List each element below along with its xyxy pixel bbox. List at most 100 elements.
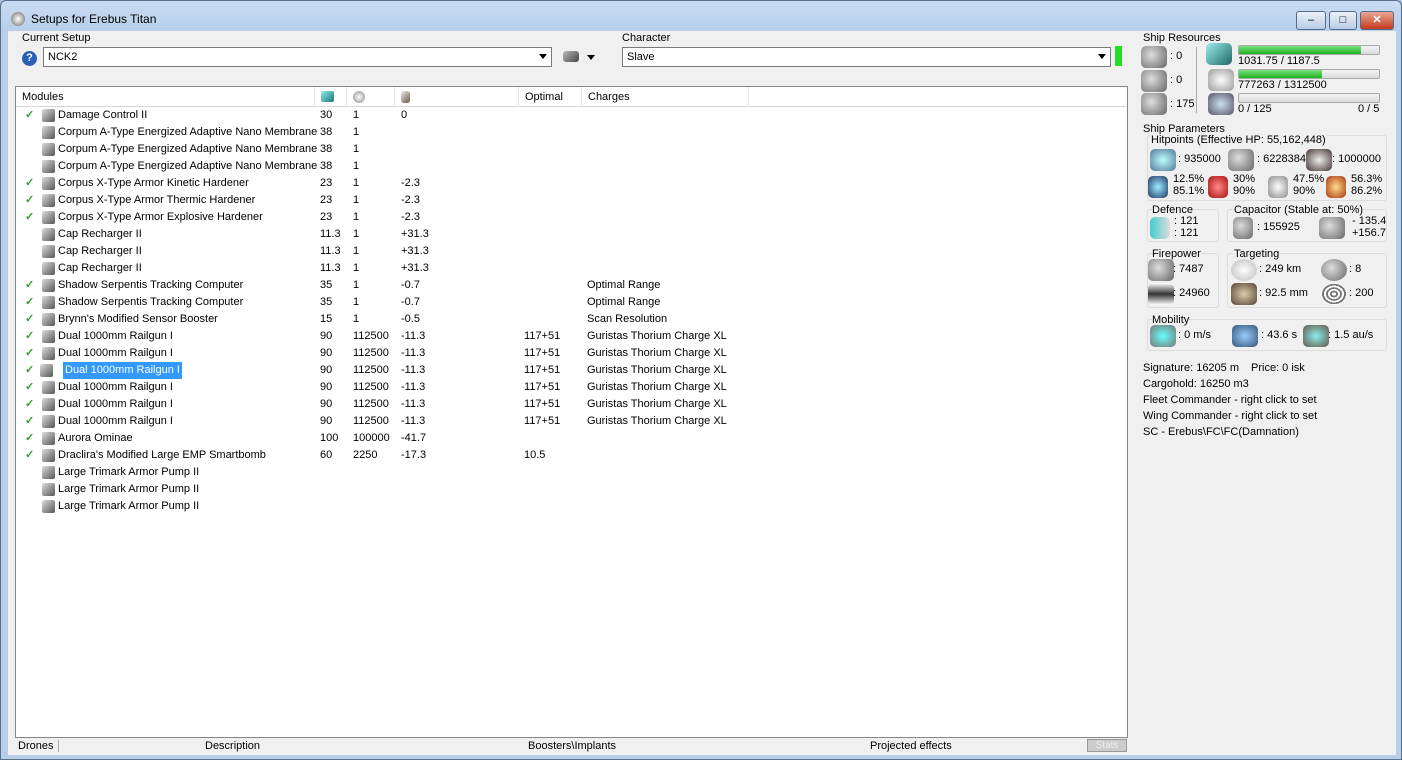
hitpoints-title: Hitpoints (Effective HP: 55,162,448) — [1151, 134, 1326, 146]
tab-description[interactable]: Description — [205, 738, 260, 754]
module-cpu: 23 — [320, 177, 333, 189]
table-row[interactable]: ✓ Corpus X-Type Armor Kinetic Hardener 23 1… — [16, 175, 1127, 192]
cap-recharge-icon — [1319, 217, 1345, 239]
help-icon[interactable]: ? — [22, 51, 37, 66]
wing-commander[interactable]: Wing Commander - right click to set — [1143, 410, 1317, 422]
active-check-icon[interactable]: ✓ — [25, 107, 34, 124]
drone-bay-icon — [1208, 93, 1234, 115]
maximize-button[interactable]: □ — [1329, 11, 1357, 30]
column-powergrid[interactable] — [347, 87, 395, 107]
em-resist-icon — [1148, 176, 1168, 198]
stats-button[interactable]: Stats — [1087, 739, 1127, 752]
active-check-icon[interactable]: ✓ — [25, 379, 34, 396]
table-row[interactable]: ✓ Damage Control II 30 1 0 — [16, 107, 1127, 124]
module-cpu: 90 — [320, 347, 333, 359]
module-cpu: 11.3 — [320, 245, 341, 257]
em-shield-resist: 12.5% — [1173, 173, 1205, 185]
table-row[interactable]: ✓ Dual 1000mm Railgun I 90 112500 -11.3 117+5… — [16, 396, 1127, 413]
active-check-icon[interactable]: ✓ — [25, 345, 34, 362]
squad-commander[interactable]: SC - Erebus\FC\FC(Damnation) — [1143, 426, 1299, 438]
tab-projected-effects[interactable]: Projected effects — [870, 738, 952, 754]
capacitor-icon — [401, 91, 410, 103]
launcher-count: : 0 — [1170, 74, 1183, 86]
table-row[interactable]: ✓ Dual 1000mm Railgun I 90 112500 -11.3 117+5… — [16, 345, 1127, 362]
module-powergrid: 112500 — [353, 330, 389, 342]
table-row[interactable]: Corpum A-Type Energized Adaptive Nano Me… — [16, 158, 1127, 175]
table-row[interactable]: ✓ Dual 1000mm Railgun I 90 112500 -11.3 117+5… — [16, 379, 1127, 396]
table-row[interactable]: ✓ Aurora Ominae 100 100000 -41.7 — [16, 430, 1127, 447]
module-name: Damage Control II — [58, 109, 148, 121]
module-icon — [42, 347, 55, 360]
active-check-icon[interactable]: ✓ — [25, 430, 34, 447]
character-select[interactable]: Slave — [622, 47, 1111, 67]
signature: Signature: 16205 m — [1143, 362, 1240, 374]
module-capacitor: -11.3 — [401, 330, 426, 342]
structure-hp: : 1000000 — [1332, 153, 1381, 165]
close-button[interactable]: ✕ — [1360, 11, 1394, 30]
max-targets: : 8 — [1349, 263, 1362, 275]
module-icon — [42, 143, 55, 156]
fleet-commander[interactable]: Fleet Commander - right click to set — [1143, 394, 1317, 406]
client-area: Current Setup ? NCK2 Character Slave Mod… — [8, 31, 1396, 755]
column-modules[interactable]: Modules — [16, 87, 315, 107]
column-charges[interactable]: Charges — [582, 87, 749, 107]
armor-hp: : 6228384 — [1257, 153, 1306, 165]
module-powergrid: 1 — [353, 262, 360, 274]
tab-boosters-implants[interactable]: Boosters\Implants — [528, 738, 616, 754]
drone-count: 0 / 5 — [1358, 103, 1380, 115]
module-powergrid: 1 — [353, 109, 360, 121]
table-row[interactable]: ✓ Dual 1000mm Railgun I 90 112500 -11.3 117+5… — [16, 362, 1127, 379]
table-row[interactable]: ✓ Shadow Serpentis Tracking Computer 35 1 -0… — [16, 277, 1127, 294]
setup-select[interactable]: NCK2 — [43, 47, 552, 67]
column-optimal[interactable]: Optimal — [519, 87, 582, 107]
table-row[interactable]: ✓ Corpus X-Type Armor Explosive Hardener 2… — [16, 209, 1127, 226]
active-check-icon[interactable]: ✓ — [25, 447, 34, 464]
minimize-button[interactable]: – — [1296, 11, 1326, 30]
module-optimal: 117+51 — [524, 381, 561, 393]
module-powergrid: 112500 — [353, 364, 389, 376]
table-row[interactable]: Cap Recharger II 11.3 1 +31.3 — [16, 260, 1127, 277]
active-check-icon[interactable]: ✓ — [25, 362, 34, 379]
module-powergrid: 1 — [353, 126, 360, 138]
active-check-icon[interactable]: ✓ — [25, 209, 34, 226]
module-powergrid: 1 — [353, 296, 360, 308]
table-row[interactable]: ✓ Shadow Serpentis Tracking Computer 35 1 -0… — [16, 294, 1127, 311]
module-optimal: 117+51 — [524, 330, 561, 342]
column-cpu[interactable] — [315, 87, 347, 107]
active-check-icon[interactable]: ✓ — [25, 175, 34, 192]
module-name: Corpum A-Type Energized Adaptive Nano Me… — [58, 126, 318, 138]
turret-count: : 0 — [1170, 50, 1183, 62]
module-capacitor: -2.3 — [401, 194, 420, 206]
module-icon — [42, 313, 55, 326]
ship-menu-button[interactable] — [563, 49, 597, 65]
table-row[interactable]: Corpum A-Type Energized Adaptive Nano Me… — [16, 141, 1127, 158]
shield-hp: : 935000 — [1178, 153, 1221, 165]
tab-drones[interactable]: Drones — [18, 738, 53, 754]
table-row[interactable]: Large Trimark Armor Pump II — [16, 498, 1127, 515]
module-icon — [42, 466, 55, 479]
table-row[interactable]: Large Trimark Armor Pump II — [16, 481, 1127, 498]
table-row[interactable]: ✓ Brynn's Modified Sensor Booster 15 1 -0.5 S… — [16, 311, 1127, 328]
active-check-icon[interactable]: ✓ — [25, 192, 34, 209]
active-check-icon[interactable]: ✓ — [25, 396, 34, 413]
table-row[interactable]: Cap Recharger II 11.3 1 +31.3 — [16, 243, 1127, 260]
table-row[interactable]: Cap Recharger II 11.3 1 +31.3 — [16, 226, 1127, 243]
module-cpu: 100 — [320, 432, 339, 444]
active-check-icon[interactable]: ✓ — [25, 294, 34, 311]
table-row[interactable]: Large Trimark Armor Pump II — [16, 464, 1127, 481]
active-check-icon[interactable]: ✓ — [25, 328, 34, 345]
table-row[interactable]: ✓ Corpus X-Type Armor Thermic Hardener 23 1… — [16, 192, 1127, 209]
table-row[interactable]: ✓ Draclira's Modified Large EMP Smartbomb… — [16, 447, 1127, 464]
table-row[interactable]: ✓ Dual 1000mm Railgun I 90 112500 -11.3 117+5… — [16, 328, 1127, 345]
module-icon — [42, 296, 55, 309]
ship-panel: Ship Resources : 0 : 0 : 175 1031.75 / 1… — [1136, 31, 1396, 755]
module-icon — [42, 500, 55, 513]
table-row[interactable]: ✓ Dual 1000mm Railgun I 90 112500 -11.3 117+5… — [16, 413, 1127, 430]
column-capacitor[interactable] — [395, 87, 519, 107]
table-row[interactable]: Corpum A-Type Energized Adaptive Nano Me… — [16, 124, 1127, 141]
active-check-icon[interactable]: ✓ — [25, 277, 34, 294]
active-check-icon[interactable]: ✓ — [25, 311, 34, 328]
module-optimal: 117+51 — [524, 415, 561, 427]
active-check-icon[interactable]: ✓ — [25, 413, 34, 430]
module-cpu: 38 — [320, 126, 333, 138]
